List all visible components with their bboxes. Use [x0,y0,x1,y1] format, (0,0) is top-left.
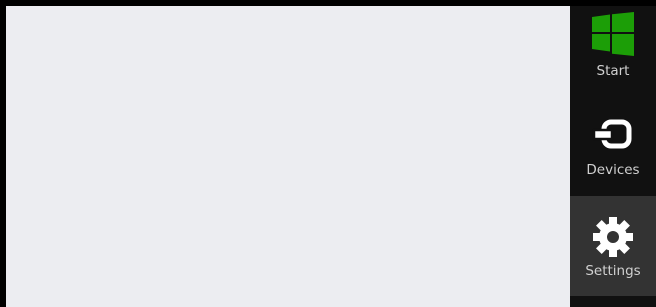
charm-start-label: Start [596,63,630,79]
charm-devices[interactable]: Devices [570,106,656,206]
charm-settings[interactable]: Settings [570,196,656,296]
devices-icon [570,119,656,153]
windows-logo-icon [570,12,656,56]
gear-icon [570,216,656,258]
charms-bar: Start Devices Settings [570,6,656,307]
charm-settings-label: Settings [585,263,641,279]
charm-devices-label: Devices [586,162,640,178]
main-content-area [6,6,570,307]
screen-frame: Start Devices Settings [0,0,656,307]
charm-start[interactable]: Start [570,6,656,106]
